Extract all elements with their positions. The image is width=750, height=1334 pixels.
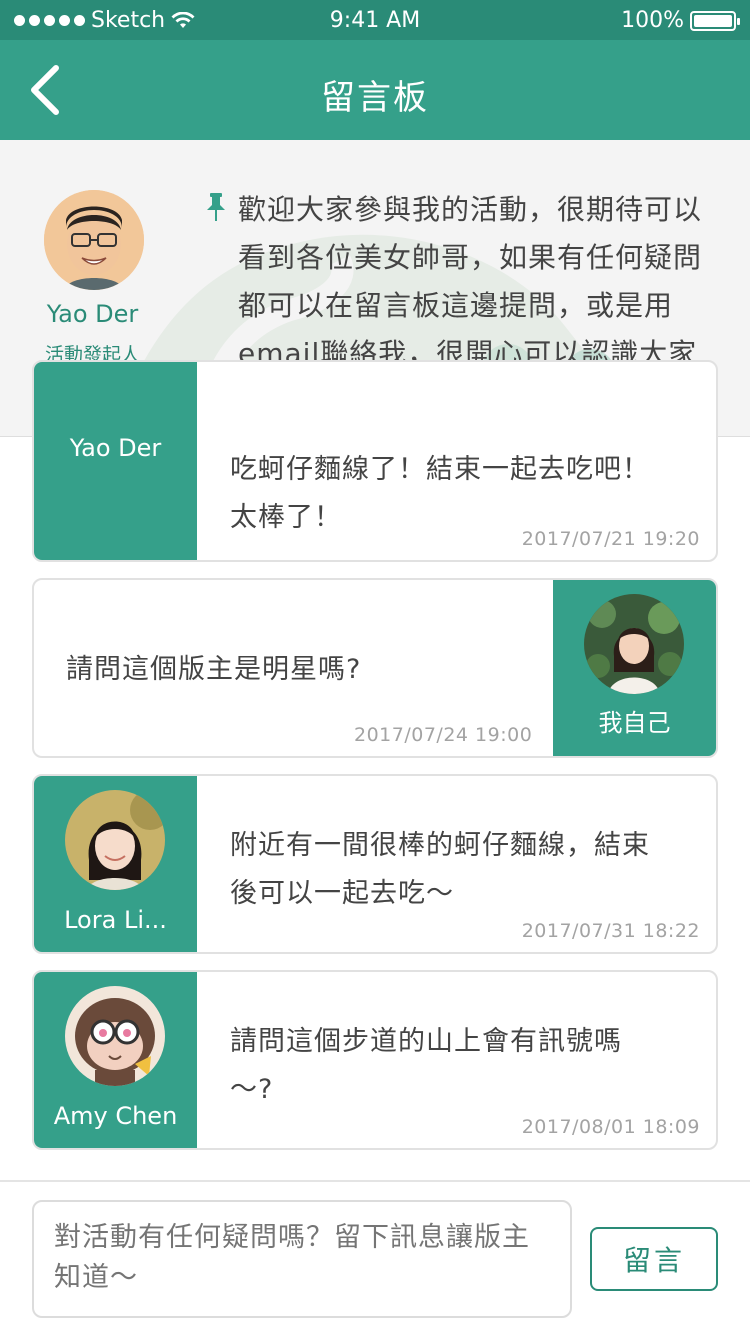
message-input[interactable] <box>32 1200 572 1318</box>
avatar <box>65 790 165 890</box>
message-text-line: 吃蚵仔麵線了！結束一起去吃吧！ <box>230 454 650 485</box>
nav-bar: 留言板 <box>0 40 750 140</box>
message-author: Lora Li... <box>64 906 167 934</box>
message-card: Lora Li... 附近有一間很棒的蚵仔麵線，結束 後可以一起去吃～ 2017… <box>32 774 718 954</box>
message-text-line: ～? <box>230 1074 274 1105</box>
message-author-panel[interactable]: Amy Chen <box>34 972 197 1148</box>
avatar <box>65 986 165 1086</box>
message-card: 我自己 請問這個版主是明星嗎? 2017/07/24 19:00 <box>32 578 718 758</box>
message-text: 附近有一間很棒的蚵仔麵線，結束 後可以一起去吃～ <box>230 822 700 918</box>
message-author-panel[interactable]: Lora Li... <box>34 776 197 952</box>
message-time: 2017/07/31 18:22 <box>521 920 700 942</box>
compose-bar: 留言 <box>0 1180 750 1334</box>
battery-percent: 100% <box>621 8 684 33</box>
message-text-line: 附近有一間很棒的蚵仔麵線，結束 <box>230 830 650 861</box>
battery-icon <box>690 10 740 31</box>
message-author-panel[interactable]: Yao Der <box>34 362 197 560</box>
message-author: Yao Der <box>69 434 162 462</box>
host-avatar[interactable] <box>44 190 144 290</box>
message-card: Amy Chen 請問這個步道的山上會有訊號嗎 ～? 2017/08/01 18… <box>32 970 718 1150</box>
pin-icon <box>207 193 225 221</box>
message-author: 我自己 <box>598 709 671 737</box>
status-right: 100% <box>621 8 740 33</box>
message-text: 請問這個步道的山上會有訊號嗎 ～? <box>230 1018 700 1114</box>
message-text-line: 後可以一起去吃～ <box>230 878 454 909</box>
message-card: Yao Der 吃蚵仔麵線了！結束一起去吃吧！ 太棒了！ 2017/07/21 … <box>32 360 718 562</box>
page-title: 留言板 <box>321 78 429 118</box>
send-button[interactable]: 留言 <box>590 1227 718 1291</box>
message-author: Amy Chen <box>53 1102 178 1130</box>
message-time: 2017/08/01 18:09 <box>521 1116 700 1138</box>
message-text-line: 請問這個步道的山上會有訊號嗎 <box>230 1026 622 1057</box>
status-bar: Sketch 9:41 AM 100% <box>0 0 750 40</box>
message-time: 2017/07/21 19:20 <box>521 528 700 550</box>
avatar <box>584 594 684 694</box>
message-text-line: 請問這個版主是明星嗎? <box>66 654 362 685</box>
message-author-panel[interactable]: 我自己 <box>553 580 716 756</box>
message-text: 請問這個版主是明星嗎? <box>66 646 546 694</box>
host-name: Yao Der <box>46 300 139 328</box>
message-time: 2017/07/24 19:00 <box>354 724 533 746</box>
